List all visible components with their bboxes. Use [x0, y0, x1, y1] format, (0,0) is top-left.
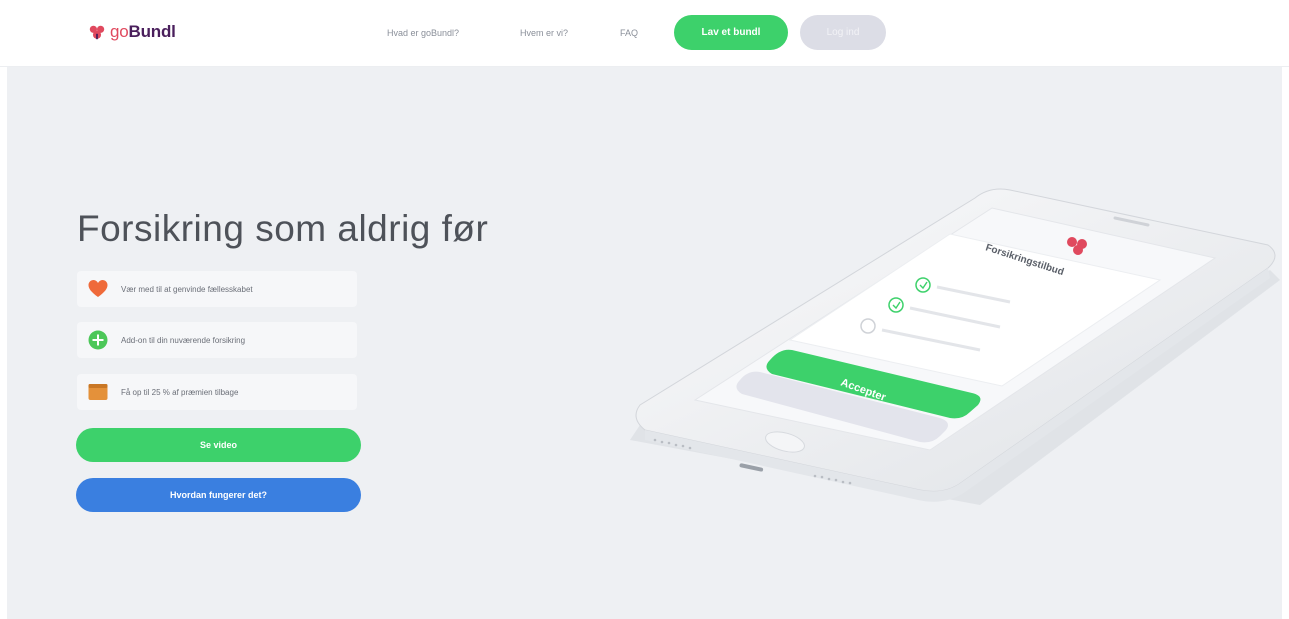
nav-what-is-gobundl[interactable]: Hvad er goBundl?	[387, 20, 459, 46]
hero-title: Forsikring som aldrig før	[77, 208, 489, 249]
how-it-works-button[interactable]: Hvordan fungerer det?	[76, 478, 361, 512]
wallet-icon	[87, 381, 109, 403]
watch-video-button[interactable]: Se video	[76, 428, 361, 462]
nav-who-are-we[interactable]: Hvem er vi?	[520, 20, 568, 46]
feature-item-addon: Add-on til din nuværende forsikring	[77, 322, 357, 358]
feature-item-cashback: Få op til 25 % af præmien tilbage	[77, 374, 357, 410]
logo-flower-icon	[89, 25, 105, 40]
top-navigation-bar: goBundl Hvad er goBundl? Hvem er vi? FAQ…	[0, 0, 1289, 67]
gobundl-logo[interactable]: goBundl	[88, 19, 176, 45]
create-bundl-button[interactable]: Lav et bundl	[674, 15, 788, 50]
logo-text: goBundl	[110, 22, 176, 41]
feature-text: Vær med til at genvinde fællesskabet	[121, 284, 253, 294]
nav-faq[interactable]: FAQ	[620, 20, 638, 46]
plus-circle-icon	[87, 329, 109, 351]
feature-item-community: Vær med til at genvinde fællesskabet	[77, 271, 357, 307]
feature-text: Få op til 25 % af præmien tilbage	[121, 387, 239, 397]
feature-text: Add-on til din nuværende forsikring	[121, 335, 246, 345]
heart-icon	[87, 278, 109, 300]
phone-mockup-illustration: Forsikringstilbud Accepter	[630, 188, 1280, 505]
login-button[interactable]: Log ind	[800, 15, 886, 50]
